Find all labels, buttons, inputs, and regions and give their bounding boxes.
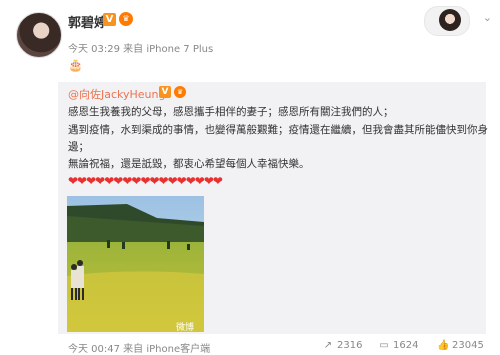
comment-button[interactable]: ▭ 1624 (378, 340, 418, 351)
repost-text-line: 無論祝福，還是詆毀，都衷心希望每個人幸福快樂。 (68, 158, 310, 170)
comment-icon: ▭ (379, 340, 389, 351)
photo-watermark: 微博 (176, 323, 195, 333)
vip-crown-icon: ♛ (119, 12, 133, 26)
like-icon: 👍 (437, 340, 450, 351)
like-button[interactable]: 👍 23045 (437, 340, 484, 351)
author-name[interactable]: 郭碧婷 (68, 12, 107, 31)
repost-text-line: 感恩生我養我的父母，感恩攜手相伴的妻子；感恩所有關注我們的人； (68, 106, 394, 118)
author-avatar[interactable] (16, 12, 62, 58)
repost-verified-icon: V (159, 86, 171, 98)
share-icon: ↗ (323, 340, 333, 351)
cake-icon: 🎂 (68, 58, 83, 72)
fan-badge[interactable] (424, 6, 470, 36)
repost-vip-crown-icon: ♛ (174, 86, 186, 98)
chevron-down-icon[interactable]: ⌄ (483, 11, 492, 24)
verified-icon: V (103, 13, 116, 26)
fan-avatar (439, 9, 461, 31)
hearts-emoji-row: ❤❤❤❤❤❤❤❤❤❤❤❤❤❤❤❤❤ (68, 174, 223, 188)
repost-photo[interactable] (67, 196, 204, 332)
repost-text-line: 遇到疫情，水到渠成的事情，也變得萬般艱難；疫情還在繼續，但我會盡其所能儘快到你身 (68, 124, 488, 136)
post-meta[interactable]: 今天 03:29 来自 iPhone 7 Plus (68, 40, 213, 55)
repost-footer-meta[interactable]: 今天 00:47 来自 iPhone客户端 (68, 340, 210, 355)
repost-author[interactable]: @向佐JackyHeung (68, 86, 166, 102)
repost-text-line: 邊； (68, 141, 89, 153)
repost-button[interactable]: ↗ 2316 (322, 340, 363, 351)
